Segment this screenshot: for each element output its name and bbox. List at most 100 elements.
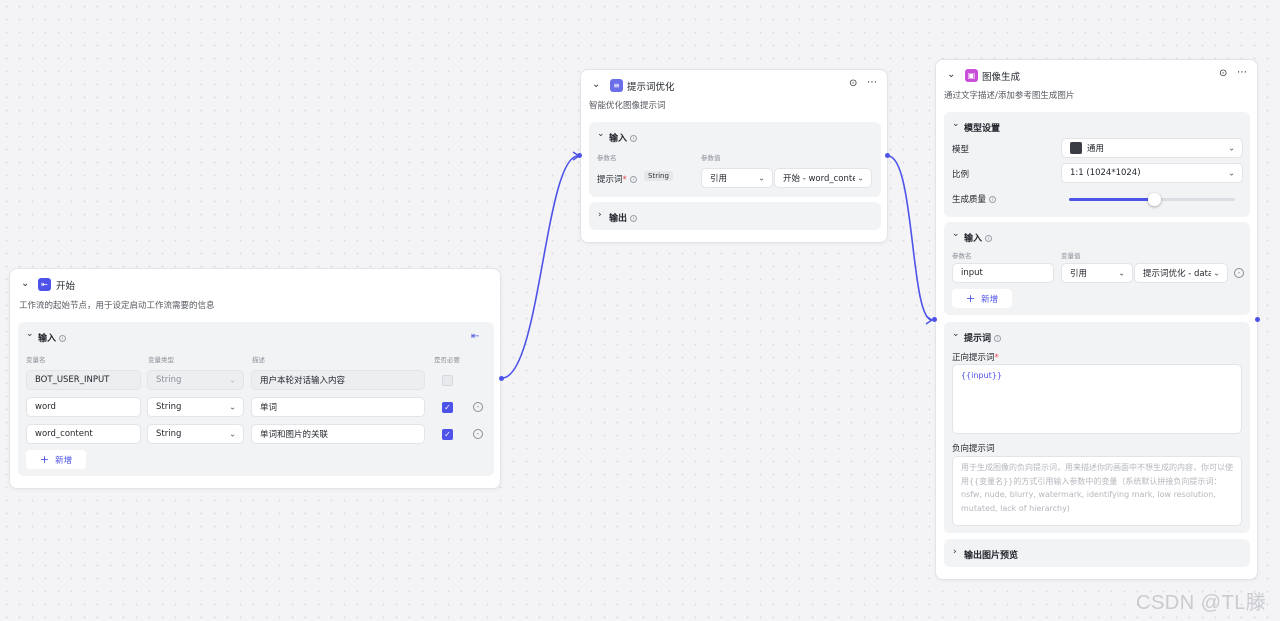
required-checkbox[interactable]: ✓ [442, 402, 453, 413]
output-section-chevron-icon[interactable]: › [598, 210, 602, 220]
negative-prompt-label: 负向提示词 [952, 444, 995, 454]
info-icon: i [630, 215, 638, 222]
quality-slider-thumb[interactable] [1147, 193, 1161, 206]
model-select[interactable]: 通用 ⌄ [1061, 138, 1243, 158]
model-section-title: 模型设置 [964, 124, 1001, 134]
chevron-down-icon: ⌄ [229, 375, 236, 385]
var-type-select: String ⌄ [147, 370, 244, 390]
quality-label: 生成质量 i [952, 193, 997, 205]
col-header-param: 参数名 [597, 154, 617, 162]
positive-prompt-input[interactable]: {{input}} [952, 364, 1242, 434]
output-preview-section[interactable]: › 输出图片预览 [944, 539, 1250, 567]
ref-mode-select[interactable]: 引用 ⌄ [1061, 263, 1133, 283]
more-icon[interactable]: ⋯ [867, 77, 877, 88]
image-generation-node[interactable]: ⌄ ▣ 图像生成 ⊙ ⋯ 通过文字描述/添加参考图生成图片 ⌄ 模型设置 模型 … [935, 59, 1258, 580]
model-avatar [1070, 142, 1082, 154]
watermark: CSDN @TL滕 [1136, 592, 1267, 614]
prompt-section-chevron-icon[interactable]: ⌄ [952, 329, 960, 339]
input-section-title: 输入 i [609, 131, 638, 144]
image-node-description: 通过文字描述/添加参考图生成图片 [944, 91, 1075, 101]
input-param-field[interactable]: input [952, 263, 1054, 283]
chevron-down-icon: ⌄ [857, 173, 864, 183]
start-node-icon: ⇤ [38, 278, 51, 291]
input-section-chevron-icon[interactable]: ⌄ [952, 229, 960, 239]
chevron-down-icon: ⌄ [1228, 143, 1235, 153]
remove-row-icon[interactable]: - [1234, 268, 1244, 278]
preview-section-chevron-icon[interactable]: › [953, 547, 957, 557]
add-variable-button[interactable]: + 新增 [26, 450, 86, 469]
prompt-input-port[interactable] [577, 153, 582, 158]
prompt-input-section: ⌄ 输入 i 参数名 参数值 提示词* i String 引用 ⌄ 开始 - word… [589, 122, 881, 197]
required-checkbox[interactable]: ✓ [442, 429, 453, 440]
quality-slider-fill [1069, 198, 1154, 201]
info-icon: i [994, 335, 1002, 342]
col-header-required: 是否必要 [434, 356, 460, 364]
image-input-port[interactable] [932, 317, 937, 322]
add-input-button[interactable]: + 新增 [952, 289, 1012, 308]
var-desc-field: 用户本轮对话输入内容 [251, 370, 425, 390]
chevron-down-icon: ⌄ [229, 402, 236, 412]
param-name-label: 提示词* i [597, 173, 637, 185]
prompt-node-description: 智能优化图像提示词 [589, 101, 666, 111]
info-icon: i [985, 235, 993, 242]
negative-prompt-input[interactable]: 用于生成图像的负向提示词，用来描述你的画面中不想生成的内容，你可以使用{{变量名… [952, 456, 1242, 526]
prompt-output-port[interactable] [885, 153, 890, 158]
start-node-description: 工作流的起始节点，用于设定启动工作流需要的信息 [19, 301, 215, 311]
info-icon: i [630, 135, 638, 142]
var-name-field: BOT_USER_INPUT [26, 370, 141, 390]
collapse-chevron-icon[interactable]: ⌄ [592, 79, 600, 90]
ratio-label: 比例 [952, 170, 970, 180]
positive-prompt-label: 正向提示词* [952, 353, 999, 363]
input-section-title: 输入 i [38, 331, 67, 344]
var-name-field[interactable]: word_content [26, 424, 141, 444]
ref-value-select[interactable]: 提示词优化 - data ⌄ [1134, 263, 1228, 283]
more-icon[interactable]: ⋯ [1237, 67, 1247, 78]
input-section-chevron-icon[interactable]: ⌄ [597, 129, 605, 139]
plus-icon: + [965, 292, 976, 305]
model-label: 模型 [952, 145, 970, 155]
ref-value-select[interactable]: 开始 - word_content⌄ [774, 168, 872, 188]
collapse-chevron-icon[interactable]: ⌄ [947, 69, 955, 80]
info-icon: i [629, 176, 637, 183]
run-icon[interactable]: ⊙ [1219, 68, 1227, 79]
image-node-title: 图像生成 [982, 72, 1021, 83]
col-header-desc: 描述 [252, 356, 265, 364]
ratio-select[interactable]: 1:1 (1024*1024) ⌄ [1061, 163, 1243, 183]
col-header-type: 变量类型 [148, 356, 174, 364]
start-node[interactable]: ⌄ ⇤ 开始 工作流的起始节点，用于设定启动工作流需要的信息 ⌄ 输入 i ⇤ 变… [9, 268, 501, 489]
image-output-port[interactable] [1255, 317, 1260, 322]
col-header-value: 参数值 [701, 154, 721, 162]
start-output-port[interactable] [499, 376, 504, 381]
input-section-chevron-icon[interactable]: ⌄ [26, 329, 34, 339]
run-icon[interactable]: ⊙ [849, 78, 857, 89]
chevron-down-icon: ⌄ [1118, 268, 1125, 278]
prompt-node-icon: ≡ [610, 79, 623, 92]
var-desc-field[interactable]: 单词 [251, 397, 425, 417]
quality-slider[interactable] [1069, 193, 1235, 206]
remove-row-icon[interactable]: - [473, 402, 483, 412]
prompt-output-section[interactable]: › 输出 i [589, 202, 881, 230]
chevron-down-icon: ⌄ [1213, 268, 1220, 278]
remove-row-icon[interactable]: - [473, 429, 483, 439]
ref-mode-select[interactable]: 引用 ⌄ [701, 168, 773, 188]
start-node-title: 开始 [56, 281, 76, 292]
var-desc-field[interactable]: 单词和图片的关联 [251, 424, 425, 444]
chevron-down-icon: ⌄ [758, 173, 765, 183]
info-icon: i [989, 196, 997, 203]
image-prompt-section: ⌄ 提示词 i 正向提示词* {{input}} 负向提示词 用于生成图像的负向提… [944, 322, 1250, 533]
collapse-chevron-icon[interactable]: ⌄ [21, 278, 29, 289]
edge-start-to-prompt [501, 155, 579, 379]
prompt-node-title: 提示词优化 [627, 82, 675, 93]
preview-section-title: 输出图片预览 [964, 551, 1019, 561]
import-icon[interactable]: ⇤ [471, 331, 479, 342]
col-header-name: 变量名 [26, 356, 46, 364]
var-type-select[interactable]: String ⌄ [147, 424, 244, 444]
prompt-optimize-node[interactable]: ⌄ ≡ 提示词优化 ⊙ ⋯ 智能优化图像提示词 ⌄ 输入 i 参数名 参数值 提示… [580, 69, 888, 243]
col-header-param: 参数名 [952, 252, 972, 260]
output-section-title: 输出 i [609, 211, 638, 224]
prompt-section-title: 提示词 i [964, 331, 1002, 344]
var-name-field[interactable]: word [26, 397, 141, 417]
plus-icon: + [39, 453, 50, 466]
var-type-select[interactable]: String ⌄ [147, 397, 244, 417]
model-section-chevron-icon[interactable]: ⌄ [952, 119, 960, 129]
